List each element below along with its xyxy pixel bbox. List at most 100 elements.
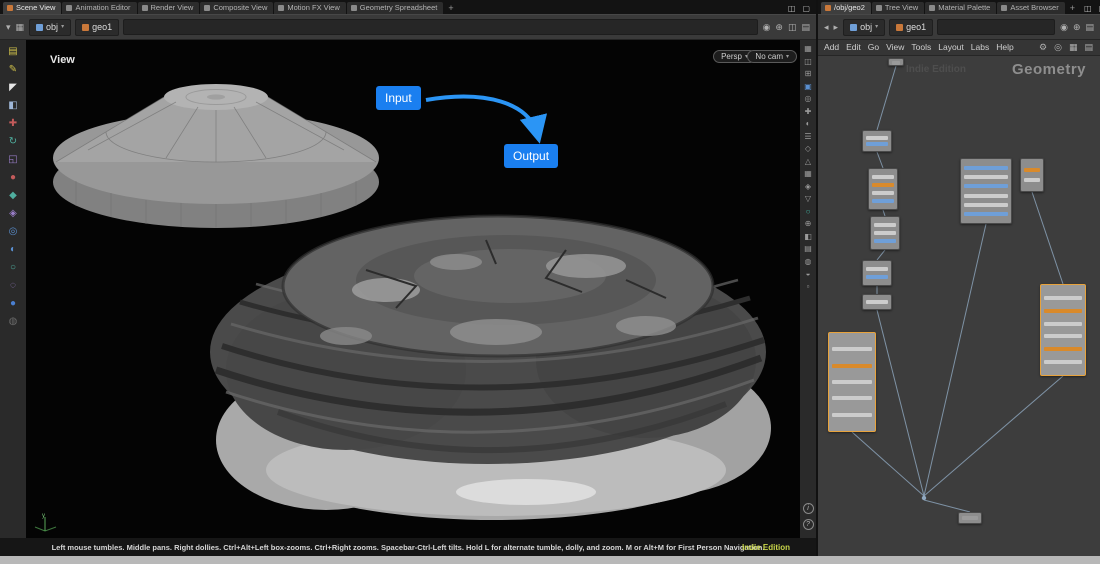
half-square-icon[interactable]: ◧ — [804, 232, 812, 241]
tab-motion-fx-view[interactable]: Motion FX View — [274, 1, 346, 14]
tab-material-palette[interactable]: Material Palette — [925, 1, 997, 14]
tab-composite-view[interactable]: Composite View — [200, 1, 274, 14]
network-node[interactable] — [828, 332, 876, 432]
network-path-field[interactable] — [937, 19, 1056, 35]
tab-asset-browser[interactable]: Asset Browser — [997, 1, 1065, 14]
edit-tool-icon[interactable]: ◆ — [4, 188, 22, 204]
network-node[interactable] — [888, 58, 904, 66]
tab-scene-view[interactable]: Scene View — [3, 1, 62, 14]
net-crumb-geo1[interactable]: geo1 — [889, 18, 934, 36]
shelf-layers-icon[interactable]: ▤ — [4, 44, 22, 60]
dotted-circle-icon[interactable]: ◍ — [805, 257, 812, 266]
3d-viewport[interactable]: View Persp ▾ No cam ▾ — [26, 40, 800, 538]
pane-list-icon[interactable]: ▤ — [1083, 43, 1094, 52]
snap-grid-icon[interactable]: ▣ — [804, 82, 812, 91]
network-node[interactable] — [1020, 158, 1044, 192]
pane-float-icon[interactable]: ▢ — [799, 3, 813, 14]
rows-icon[interactable]: ▤ — [804, 244, 812, 253]
network-node[interactable] — [862, 294, 892, 310]
network-node[interactable] — [868, 168, 898, 210]
pane-split-icon[interactable]: ◫ — [785, 3, 799, 14]
half-circle-icon[interactable]: ◒ — [806, 269, 811, 278]
view-pan-icon[interactable]: ◐ — [4, 242, 22, 258]
pose-tool-icon[interactable]: ● — [4, 170, 22, 186]
select-tool-icon[interactable]: ◤ — [4, 80, 22, 96]
menu-layout[interactable]: Layout — [938, 43, 964, 52]
network-node[interactable] — [960, 158, 1012, 224]
net-pin-icon[interactable]: ◉ — [1059, 22, 1069, 32]
add-view-icon[interactable]: ✚ — [805, 107, 812, 116]
pane-split-icon[interactable]: ◫ — [1081, 3, 1095, 14]
add-target-icon[interactable]: ⊕ — [805, 219, 812, 228]
network-grid-icon[interactable]: ▦ — [15, 22, 26, 32]
reference-plane-icon[interactable]: ◎ — [805, 94, 812, 103]
shadow-icon[interactable]: ◐ — [806, 119, 811, 128]
menu-go[interactable]: Go — [868, 43, 879, 52]
network-node[interactable] — [1040, 284, 1086, 376]
display-sphere-icon[interactable]: ● — [4, 296, 22, 312]
maximize-viewport-icon[interactable]: ⊕ — [774, 22, 784, 32]
network-editor[interactable]: Indie Edition Geometry — [818, 56, 1100, 556]
stowbar-icon-list: ▦ ◫ ⊞ ▣ ◎ ✚ ◐ ☰ ◇ △ ▦ ◈ ▽ ○ ⊕ ◧ ▤ ◍ ◒ ▫ — [804, 44, 812, 291]
net-crumb-obj[interactable]: obj ▾ — [843, 18, 886, 36]
network-node[interactable] — [862, 130, 892, 152]
net-back-icon[interactable]: ◂ — [823, 22, 830, 32]
scale-tool-icon[interactable]: ◱ — [4, 152, 22, 168]
camera-view-icon[interactable]: ◫ — [787, 22, 798, 32]
lasso-tool-icon[interactable]: ◌ — [4, 278, 22, 294]
menu-view[interactable]: View — [886, 43, 904, 52]
new-tab-button[interactable]: + — [1066, 2, 1079, 14]
tab-tree-view[interactable]: Tree View — [871, 1, 925, 14]
tab-obj-geo2[interactable]: /obj/geo2 — [821, 1, 871, 14]
viewport-menu-icon[interactable]: ▤ — [800, 22, 811, 32]
circle-tool-icon[interactable]: ○ — [806, 207, 811, 216]
gem-icon[interactable]: ◈ — [805, 182, 811, 191]
pane-float-icon[interactable]: ▢ — [1096, 3, 1100, 14]
small-square-icon[interactable]: ▫ — [807, 282, 810, 291]
handles-tool-icon[interactable]: ◈ — [4, 206, 22, 222]
tab-geometry-spreadsheet[interactable]: Geometry Spreadsheet — [346, 1, 444, 14]
handle-display-icon[interactable]: ◇ — [805, 144, 811, 153]
menu-labs[interactable]: Labs — [971, 43, 989, 52]
path-crumb-obj[interactable]: obj ▾ — [29, 18, 72, 36]
snap-tool-icon[interactable]: ◎ — [4, 224, 22, 240]
network-node[interactable] — [958, 512, 982, 524]
network-node[interactable] — [870, 216, 900, 250]
grid-display-icon[interactable]: ▦ — [804, 169, 812, 178]
down-cone-icon[interactable]: ▽ — [805, 194, 811, 203]
menu-add[interactable]: Add — [824, 43, 839, 52]
pin-view-icon[interactable]: ◎ — [1053, 43, 1063, 52]
wireframe-icon[interactable]: ⊞ — [805, 69, 812, 78]
path-field[interactable] — [123, 19, 758, 35]
network-wire — [876, 309, 925, 497]
cone-icon[interactable]: △ — [805, 157, 811, 166]
shade-mode-icon[interactable]: ◫ — [804, 57, 812, 66]
net-menu-icon[interactable]: ▤ — [1084, 22, 1095, 32]
orbit-tool-icon[interactable]: ○ — [4, 260, 22, 276]
net-forward-icon[interactable]: ▸ — [833, 22, 840, 32]
net-expand-icon[interactable]: ⊕ — [1072, 22, 1082, 32]
build-tools-icon[interactable]: ⚙ — [1038, 43, 1048, 52]
network-node[interactable] — [862, 260, 892, 286]
selection-mask-icon[interactable]: ◧ — [4, 98, 22, 114]
tab-label: Animation Editor — [75, 3, 131, 12]
menu-edit[interactable]: Edit — [846, 43, 861, 52]
translate-tool-icon[interactable]: ✚ — [4, 116, 22, 132]
new-tab-button[interactable]: + — [444, 2, 457, 14]
node-parameter-stripe — [872, 199, 894, 203]
snapshot-icon[interactable]: ◉ — [762, 22, 772, 32]
viewport-info-icon[interactable]: i — [802, 503, 814, 514]
viewport-help-icon[interactable]: ? — [802, 519, 814, 530]
view-mode-icon[interactable]: ▦ — [804, 44, 812, 53]
shelf-pen-icon[interactable]: ✎ — [4, 62, 22, 78]
visibility-icon[interactable]: ◍ — [4, 314, 22, 330]
rotate-tool-icon[interactable]: ↻ — [4, 134, 22, 150]
grid-layout-icon[interactable]: ▦ — [1068, 43, 1079, 52]
tab-animation-editor[interactable]: Animation Editor — [62, 1, 137, 14]
path-crumb-geo1[interactable]: geo1 — [75, 18, 120, 36]
tab-render-view[interactable]: Render View — [137, 1, 200, 14]
menu-help[interactable]: Help — [996, 43, 1013, 52]
menu-tools[interactable]: Tools — [911, 43, 931, 52]
options-list-icon[interactable]: ☰ — [804, 132, 811, 141]
show-path-icon[interactable]: ▾ — [5, 22, 12, 32]
